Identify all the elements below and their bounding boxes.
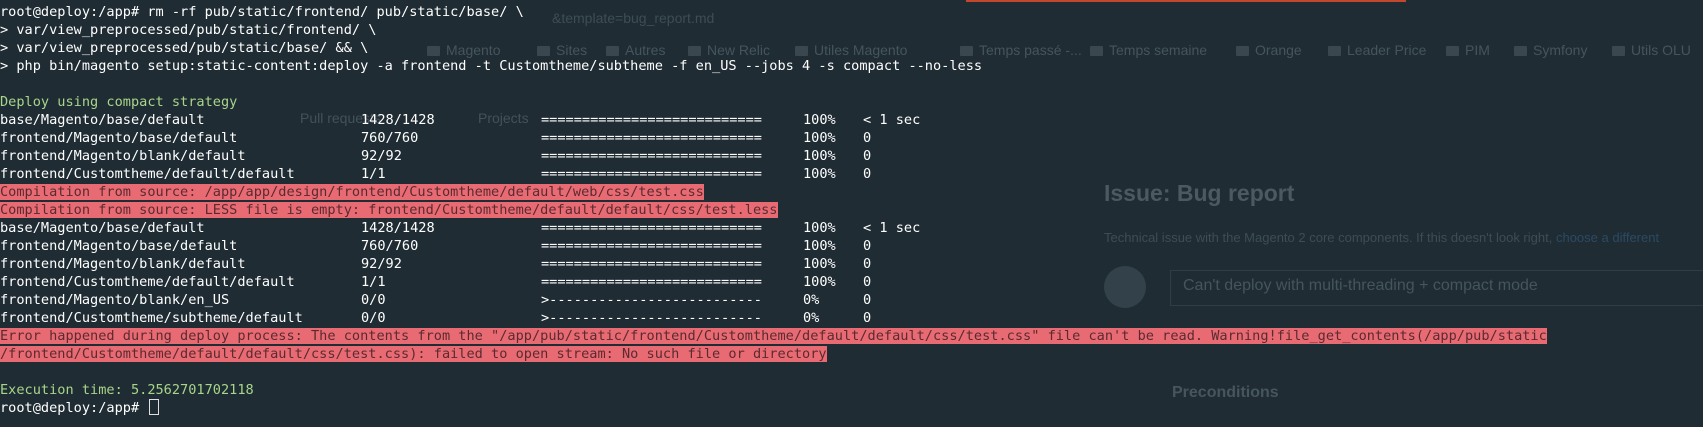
theme-path: frontend/Customtheme/default/default (0, 274, 295, 290)
theme-path: frontend/Customtheme/subtheme/default (0, 310, 303, 326)
progress-percent: 100% (803, 112, 836, 128)
progress-percent: 100% (803, 130, 836, 146)
elapsed-time: 0 (863, 166, 872, 182)
deploy-error-line: /frontend/Customtheme/default/default/cs… (0, 345, 1703, 363)
elapsed-time: 0 (863, 238, 872, 254)
file-count: 760/760 (361, 238, 419, 254)
progress-percent: 100% (803, 274, 836, 290)
progress-percent: 100% (803, 166, 836, 182)
compile-error-line: Compilation from source: /app/app/design… (0, 183, 1703, 201)
strategy-line: Deploy using compact strategy (0, 94, 238, 110)
terminal-output[interactable]: root@deploy:/app# rm -rf pub/static/fron… (0, 3, 1703, 417)
progress-percent: 100% (803, 238, 836, 254)
progress-bar: =========================== (541, 256, 762, 272)
progress-row: frontend/Customtheme/subtheme/default 0/0… (0, 309, 1703, 327)
compile-error-line: Compilation from source: LESS file is em… (0, 201, 1703, 219)
theme-path: frontend/Magento/base/default (0, 238, 238, 254)
deploy-error-line: Error happened during deploy process: Th… (0, 327, 1703, 345)
prompt-line[interactable]: root@deploy:/app# (0, 399, 1703, 417)
progress-bar: >-------------------------- (541, 310, 762, 326)
theme-path: base/Magento/base/default (0, 220, 205, 236)
progress-bar: =========================== (541, 112, 762, 128)
error-text: Compilation from source: /app/app/design… (0, 184, 704, 200)
command-line: root@deploy:/app# rm -rf pub/static/fron… (0, 4, 524, 20)
error-text: Error happened during deploy process: Th… (0, 328, 1547, 344)
error-text: Compilation from source: LESS file is em… (0, 202, 778, 218)
progress-bar: =========================== (541, 166, 762, 182)
elapsed-time: 0 (863, 148, 872, 164)
progress-percent: 100% (803, 220, 836, 236)
progress-row: frontend/Magento/base/default 760/760 ====… (0, 237, 1703, 255)
file-count: 92/92 (361, 148, 402, 164)
progress-percent: 100% (803, 148, 836, 164)
progress-row: frontend/Magento/blank/en_US 0/0 >--------… (0, 291, 1703, 309)
file-count: 92/92 (361, 256, 402, 272)
file-count: 1/1 (361, 274, 386, 290)
elapsed-time: 0 (863, 256, 872, 272)
file-count: 760/760 (361, 130, 419, 146)
execution-time: Execution time: 5.2562701702118 (0, 382, 254, 398)
progress-row: frontend/Customtheme/default/default 1/1 =… (0, 273, 1703, 291)
elapsed-time: 0 (863, 292, 872, 308)
elapsed-time: < 1 sec (863, 220, 921, 236)
elapsed-time: 0 (863, 130, 872, 146)
progress-bar: =========================== (541, 238, 762, 254)
progress-row: base/Magento/base/default 1428/1428 ======… (0, 219, 1703, 237)
progress-bar: =========================== (541, 130, 762, 146)
active-tab-indicator (966, 0, 1406, 2)
progress-row: base/Magento/base/default 1428/1428 ======… (0, 111, 1703, 129)
progress-row: frontend/Magento/blank/default 92/92 =====… (0, 255, 1703, 273)
command-line: > php bin/magento setup:static-content:d… (0, 58, 983, 74)
progress-percent: 0% (803, 310, 820, 326)
file-count: 0/0 (361, 292, 386, 308)
prompt-text: root@deploy:/app# (0, 400, 148, 416)
theme-path: frontend/Magento/blank/default (0, 256, 246, 272)
elapsed-time: 0 (863, 310, 872, 326)
elapsed-time: 0 (863, 274, 872, 290)
file-count: 1428/1428 (361, 112, 435, 128)
progress-percent: 100% (803, 256, 836, 272)
command-line: > var/view_preprocessed/pub/static/front… (0, 22, 377, 38)
progress-row: frontend/Magento/blank/default 92/92 =====… (0, 147, 1703, 165)
progress-row: frontend/Magento/base/default 760/760 ====… (0, 129, 1703, 147)
progress-bar: =========================== (541, 220, 762, 236)
elapsed-time: < 1 sec (863, 112, 921, 128)
theme-path: frontend/Magento/blank/default (0, 148, 246, 164)
progress-bar: >-------------------------- (541, 292, 762, 308)
terminal-cursor (149, 399, 160, 415)
progress-bar: =========================== (541, 148, 762, 164)
theme-path: frontend/Magento/blank/en_US (0, 292, 230, 308)
command-line: > var/view_preprocessed/pub/static/base/… (0, 40, 369, 56)
file-count: 1428/1428 (361, 220, 435, 236)
progress-bar: =========================== (541, 274, 762, 290)
file-count: 0/0 (361, 310, 386, 326)
progress-row: frontend/Customtheme/default/default 1/1 =… (0, 165, 1703, 183)
theme-path: frontend/Magento/base/default (0, 130, 238, 146)
theme-path: frontend/Customtheme/default/default (0, 166, 295, 182)
progress-percent: 0% (803, 292, 820, 308)
file-count: 1/1 (361, 166, 386, 182)
theme-path: base/Magento/base/default (0, 112, 205, 128)
error-text: /frontend/Customtheme/default/default/cs… (0, 346, 827, 362)
